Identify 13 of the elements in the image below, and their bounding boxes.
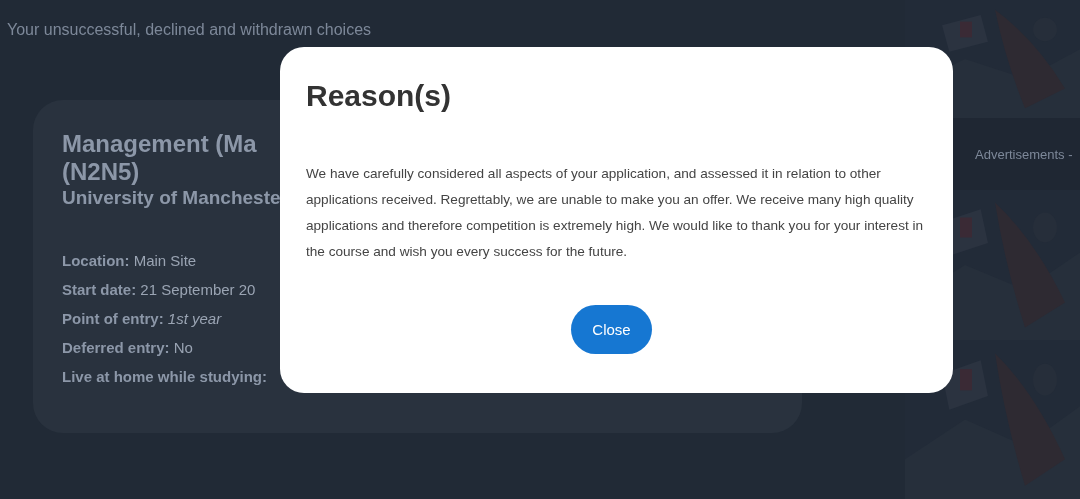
course-detail: Start date: 21 September 20 — [62, 280, 256, 300]
course-detail: Point of entry: 1st year — [62, 309, 222, 329]
course-detail: Deferred entry: No — [62, 338, 193, 358]
ad-label: Advertisements - — [975, 146, 1073, 162]
close-button[interactable]: Close — [571, 305, 652, 354]
university-name: University of Mancheste — [62, 186, 281, 210]
reason-message: We have carefully considered all aspects of your application, and assessed it in relation to other applications received. Regrettably, we are unable to make you an offer. We receive many high quality applications and therefore competition is extremely high. We would like to thank you for your interest in the course and wish you every success for the future. — [306, 165, 925, 261]
course-detail: Location: Main Site — [62, 251, 197, 271]
dialog-title: Reason(s) — [306, 79, 452, 113]
course-code: (N2N5) — [62, 158, 140, 186]
course-detail: Live at home while studying: — [62, 367, 268, 387]
page-heading: Your unsuccessful, declined and withdrawn choices — [6, 20, 372, 40]
course-title: Management (Ma — [62, 130, 257, 158]
